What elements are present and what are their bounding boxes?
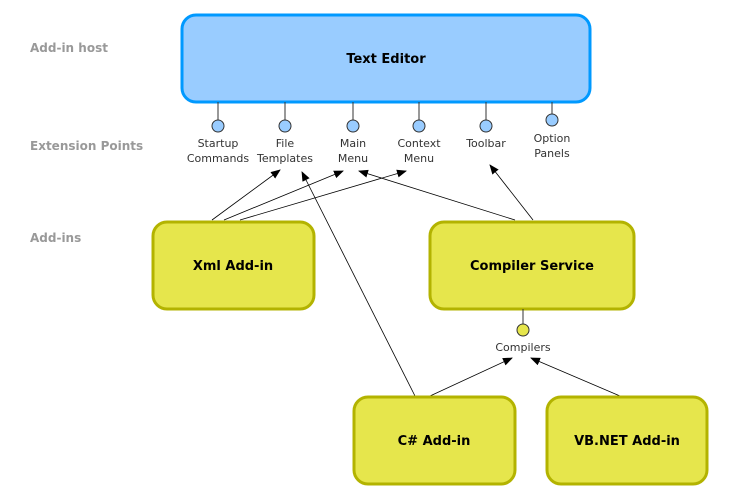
extension-point-dot bbox=[479, 119, 493, 133]
addin-xml[interactable]: Xml Add-in bbox=[151, 220, 316, 311]
addin-vbnet-label: VB.NET Add-in bbox=[574, 434, 680, 449]
layer-label-extension-points: Extension Points bbox=[30, 139, 143, 153]
edge-csharp-compilers bbox=[429, 357, 513, 397]
edge-csharp-filetemplates bbox=[301, 171, 416, 397]
compilers-label: Compilers bbox=[495, 341, 551, 354]
addin-architecture-diagram: Add-in host Extension Points Add-ins Tex… bbox=[30, 13, 709, 486]
addin-compiler-label: Compiler Service bbox=[470, 259, 594, 274]
extension-point-label: File bbox=[276, 137, 295, 150]
edge-xml-mainmenu bbox=[223, 170, 344, 221]
extension-point-dot bbox=[545, 113, 559, 127]
extension-point-label: Toolbar bbox=[465, 137, 506, 150]
addin-xml-label: Xml Add-in bbox=[193, 259, 273, 274]
extension-point-label: Option bbox=[534, 132, 571, 145]
edge-compiler-mainmenu bbox=[358, 169, 516, 221]
extension-point-dot bbox=[346, 119, 360, 133]
extension-point-dot bbox=[412, 119, 426, 133]
extension-point: Toolbar bbox=[465, 102, 506, 150]
extension-point-label: Menu bbox=[338, 152, 368, 165]
extension-point-label: Menu bbox=[404, 152, 434, 165]
extension-point-dot bbox=[211, 119, 225, 133]
extension-point: Main Menu bbox=[338, 102, 368, 165]
extension-point-label: Templates bbox=[256, 152, 313, 165]
edge-xml-filetemplates bbox=[211, 169, 281, 221]
host-node[interactable]: Text Editor bbox=[180, 13, 592, 104]
layer-label-host: Add-in host bbox=[30, 41, 108, 55]
extension-point-label: Commands bbox=[187, 152, 250, 165]
extension-point: File Templates bbox=[256, 102, 313, 165]
edge-vbnet-compilers bbox=[530, 357, 621, 397]
extension-point: Option Panels bbox=[534, 102, 571, 160]
edge-compiler-toolbar bbox=[489, 164, 534, 221]
addin-compiler-service[interactable]: Compiler Service bbox=[428, 220, 636, 311]
extension-point-label: Panels bbox=[534, 147, 570, 160]
layer-label-addins: Add-ins bbox=[30, 231, 81, 245]
host-label: Text Editor bbox=[346, 52, 426, 67]
extension-point: Context Menu bbox=[397, 102, 441, 165]
extension-point-label: Context bbox=[397, 137, 441, 150]
addin-csharp-label: C# Add-in bbox=[398, 434, 471, 449]
addin-vbnet[interactable]: VB.NET Add-in bbox=[545, 395, 709, 486]
addin-csharp[interactable]: C# Add-in bbox=[352, 395, 517, 486]
extension-points: StartupCommandsFileTemplatesMainMenuCont… bbox=[187, 102, 571, 165]
extension-point: Startup Commands bbox=[187, 102, 250, 165]
extension-point-label: Main bbox=[340, 137, 366, 150]
extension-point-dot bbox=[278, 119, 292, 133]
extension-point-label: Startup bbox=[198, 137, 239, 150]
compilers-point: Compilers bbox=[495, 309, 551, 354]
